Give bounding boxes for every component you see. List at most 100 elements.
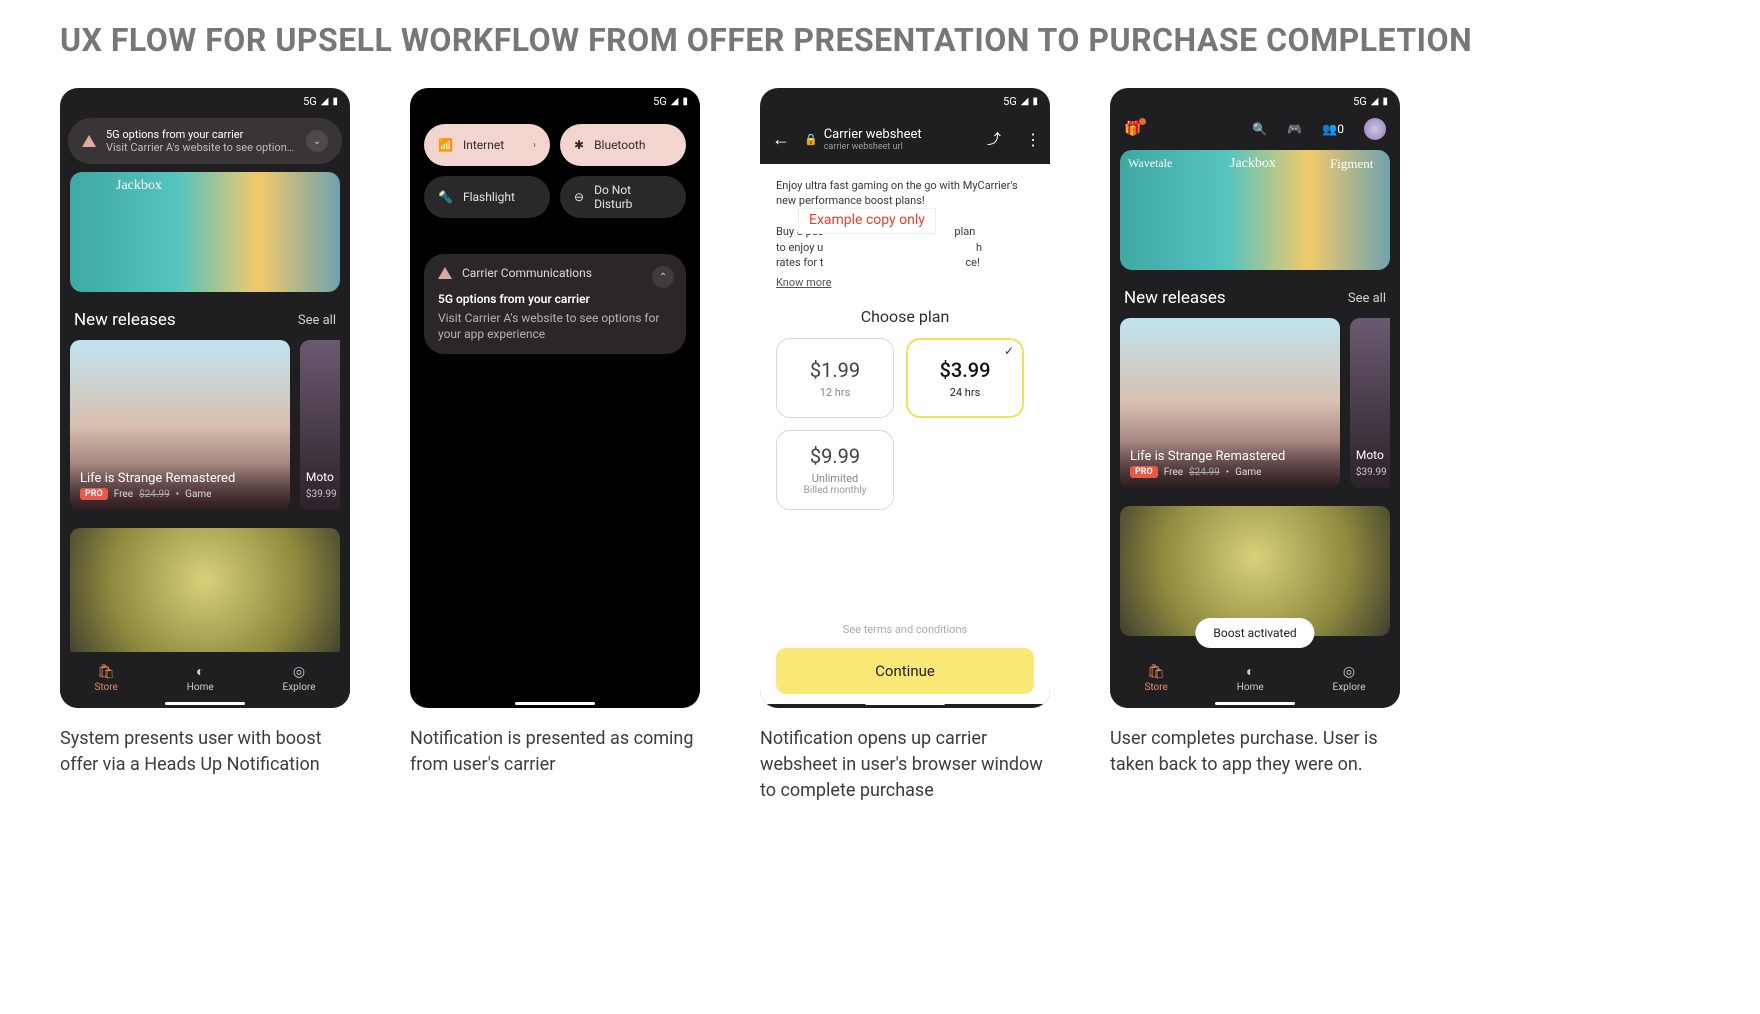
side-price: $39.99 [306,489,337,500]
copy-line-2b: plan [954,225,975,238]
choose-plan-heading: Choose plan [776,307,1034,326]
chevron-right-icon: › [533,140,536,151]
nav-store[interactable]: 🛍 Store [1144,664,1167,693]
signal-icon: ◢ [1021,96,1029,107]
heads-up-notification[interactable]: 5G options from your carrier Visit Carri… [68,118,342,164]
featured-card[interactable] [70,528,340,658]
nav-explore[interactable]: ◎ Explore [1333,664,1366,693]
explore-icon: ◎ [1343,664,1355,680]
step-4: 5G ◢ ▮ 🎁 🔍 🎮 👥0 Wavetale Jackbox Figment… [1110,88,1400,778]
flashlight-icon: 🔦 [438,190,453,204]
plan-option-3[interactable]: $9.99 Unlimited Billed monthly [776,430,894,510]
hero-label-left: Wavetale [1128,156,1172,171]
new-releases-heading: New releases [74,310,176,330]
status-bar: 5G ◢ ▮ [410,88,700,114]
notification-body: Visit Carrier A's website to see options… [438,310,672,342]
pro-badge: PRO [80,488,108,500]
signal-icon: ◢ [1371,96,1379,107]
page-title: UX FLOW FOR UPSELL WORKFLOW FROM OFFER P… [60,20,1700,60]
pro-badge: PRO [1130,466,1158,478]
nav-explore-label: Explore [1333,682,1366,693]
avatar[interactable] [1364,118,1386,140]
hero-banner[interactable]: Wavetale Jackbox Figment [1120,150,1390,270]
battery-icon: ▮ [332,96,338,107]
see-all-link[interactable]: See all [1348,291,1386,306]
copy-line-1: Enjoy ultra fast gaming on the go with M… [776,179,1018,207]
game-card-side[interactable]: Moto $39.99 [1350,318,1390,488]
know-more-link[interactable]: Know more [776,276,1034,289]
phone-screen-3: 5G ◢ ▮ ← 🔒 Carrier websheet carrier webs… [760,88,1050,708]
chevron-down-icon[interactable]: ⌄ [306,130,328,152]
home-icon: ◐ [196,663,204,680]
plan-option-2[interactable]: ✓ $3.99 24 hrs [906,338,1024,418]
bottom-nav: 🛍 Store ◐ Home ◎ Explore [60,652,350,708]
caption-4: User completes purchase. User is taken b… [1110,726,1400,778]
search-icon[interactable]: 🔍 [1252,122,1267,136]
side-title: Moto [306,470,334,484]
home-indicator[interactable] [515,702,595,705]
qs-flashlight[interactable]: 🔦 Flashlight [424,176,550,218]
nav-store[interactable]: 🛍 Store [94,664,117,693]
bullet: • [176,489,179,500]
continue-button[interactable]: Continue [776,648,1034,694]
bullet: • [1226,467,1229,478]
share-icon[interactable]: ⤴ [987,129,1001,149]
hero-label-right: Figment [1330,156,1373,172]
plan-option-1[interactable]: $1.99 12 hrs [776,338,894,418]
home-indicator[interactable] [165,702,245,705]
game-card-main[interactable]: Life is Strange Remastered PRO Free $24.… [70,340,290,510]
game-card-main[interactable]: Life is Strange Remastered PRO Free $24.… [1120,318,1340,488]
hun-subtitle: Visit Carrier A's website to see options… [106,141,296,154]
nav-home-label: Home [187,682,214,693]
websheet-copy: Enjoy ultra fast gaming on the go with M… [776,178,1034,270]
check-icon: ✓ [1004,344,1014,358]
game-category: Game [185,489,211,500]
phone-screen-2: 5G ◢ ▮ 📶 Internet › ✱ Bluetooth 🔦 Flas [410,88,700,708]
qs-dnd-label: Do Not Disturb [594,183,672,211]
home-indicator[interactable] [1215,702,1295,705]
nav-home[interactable]: ◐ Home [187,663,214,693]
store-icon: 🛍 [97,664,115,680]
status-bar: 5G ◢ ▮ [60,88,350,114]
nav-store-label: Store [1144,682,1167,693]
plan-1-price: $1.99 [810,358,860,382]
websheet-url: carrier websheet url [824,142,922,152]
flow-row: 5G ◢ ▮ 5G options from your carrier Visi… [60,88,1700,804]
featured-card[interactable] [1120,506,1390,636]
nav-home[interactable]: ◐ Home [1237,663,1264,693]
hero-banner[interactable]: Jackbox [70,172,340,292]
qs-internet[interactable]: 📶 Internet › [424,124,550,166]
gift-icon[interactable]: 🎁 [1124,121,1141,137]
qs-bluetooth[interactable]: ✱ Bluetooth [560,124,686,166]
home-indicator[interactable] [865,702,945,705]
caption-2: Notification is presented as coming from… [410,726,700,778]
boost-activated-toast: Boost activated [1195,618,1314,648]
game-card-side[interactable]: Moto $39.99 [300,340,340,510]
more-icon[interactable]: ⋮ [1025,130,1038,149]
game-title: Life is Strange Remastered [80,471,280,486]
carrier-triangle-icon [438,267,452,279]
top-icon-row: 🎁 🔍 🎮 👥0 [1110,114,1400,144]
copy-line-3a: to enjoy u [776,241,823,254]
example-copy-overlay: Example copy only [798,208,936,234]
websheet-title: Carrier websheet [824,127,922,142]
qs-dnd[interactable]: ⊖ Do Not Disturb [560,176,686,218]
controller-icon[interactable]: 🎮 [1287,122,1302,136]
side-title: Moto [1356,448,1384,462]
network-label: 5G [1353,95,1367,108]
see-all-link[interactable]: See all [298,313,336,328]
battery-icon: ▮ [682,96,688,107]
game-old-price: $24.99 [1189,467,1220,478]
dnd-icon: ⊖ [574,190,584,204]
hero-label: Jackbox [116,178,162,194]
terms-link[interactable]: See terms and conditions [776,623,1034,636]
plan-3-price: $9.99 [810,444,860,468]
step-2: 5G ◢ ▮ 📶 Internet › ✱ Bluetooth 🔦 Flas [410,88,700,778]
network-label: 5G [303,95,317,108]
notification-card[interactable]: Carrier Communications ⌃ 5G options from… [424,254,686,354]
chevron-up-icon[interactable]: ⌃ [652,266,674,288]
back-icon[interactable]: ← [772,129,790,150]
friends-icon[interactable]: 👥0 [1322,122,1344,136]
lock-icon: 🔒 [804,133,818,146]
nav-explore[interactable]: ◎ Explore [283,664,316,693]
